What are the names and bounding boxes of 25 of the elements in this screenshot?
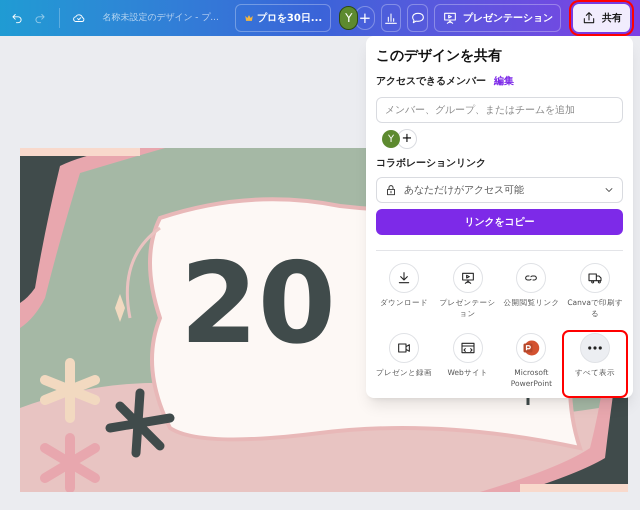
member-avatar[interactable]: Y [382, 130, 400, 148]
add-collaborator-button[interactable]: + [355, 6, 375, 30]
pro-trial-button[interactable]: プロを30日... [234, 4, 332, 32]
lock-icon [384, 183, 398, 197]
edit-link[interactable]: 編集 [494, 74, 514, 89]
access-dropdown[interactable]: あなただけがアクセス可能 [376, 177, 623, 203]
crown-icon [244, 13, 254, 23]
share-button[interactable]: 共有 [572, 4, 630, 32]
present-button[interactable]: プレゼンテーション [434, 4, 561, 32]
presentation-icon [460, 270, 476, 286]
insights-button[interactable] [380, 4, 402, 32]
section-label: アクセスできるメンバー [376, 75, 486, 89]
copy-link-button[interactable]: リンクをコピー [376, 209, 623, 235]
member-input-field[interactable]: メンバー、グループ、またはチームを追加 [376, 97, 623, 123]
presentation-file-icon [522, 339, 540, 357]
panel-title: このデザインを共有 [376, 47, 503, 66]
presentation-icon [442, 10, 458, 26]
browser-window-icon [460, 340, 476, 356]
add-member-button[interactable]: + [397, 129, 417, 149]
more-icon [588, 346, 602, 350]
section-label: コラボレーションリンク [376, 157, 487, 171]
user-avatar[interactable]: Y [339, 6, 358, 30]
speech-bubble-icon [410, 10, 426, 26]
comment-button[interactable] [407, 4, 428, 32]
design-heading: 20 [180, 248, 336, 360]
